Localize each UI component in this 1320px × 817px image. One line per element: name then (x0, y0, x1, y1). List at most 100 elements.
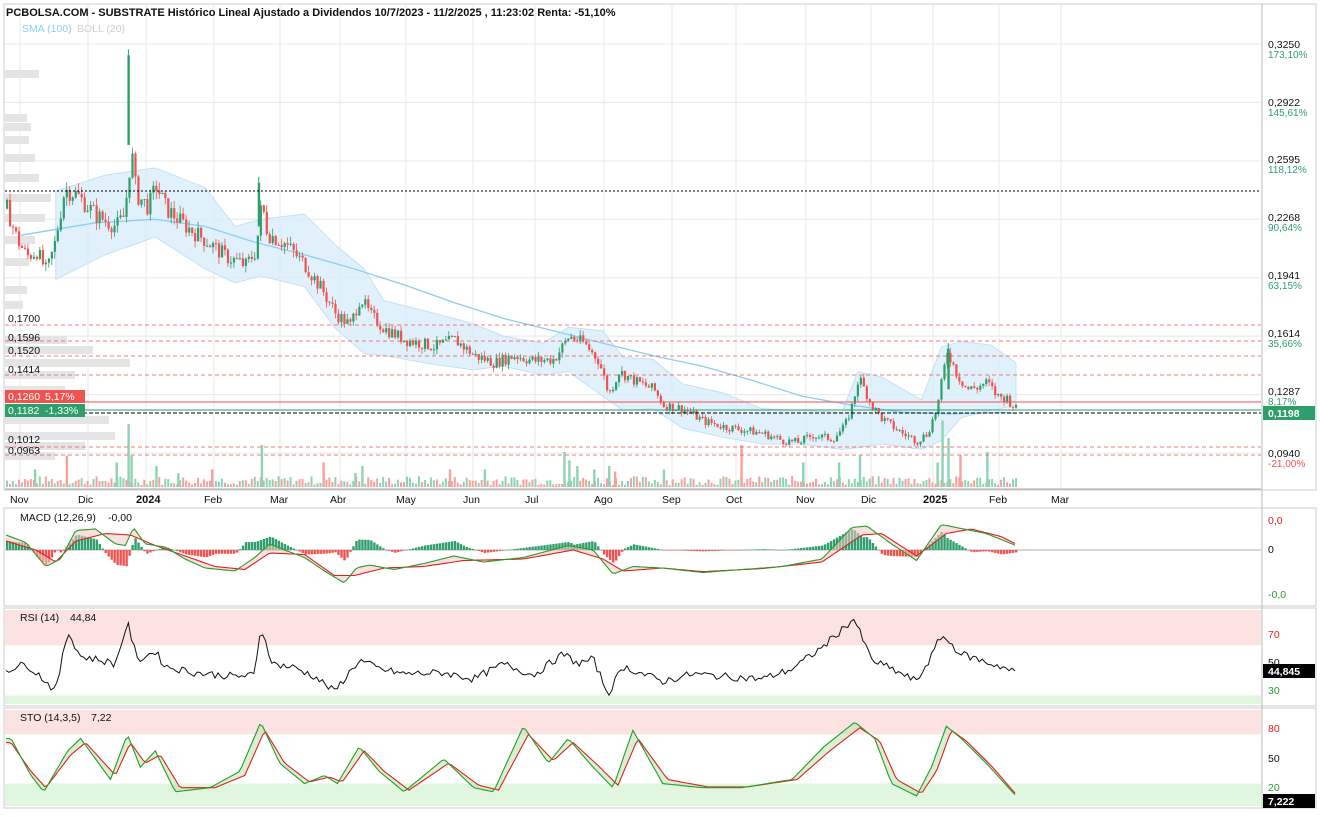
macd-histogram-bar (650, 547, 654, 550)
macd-histogram-bar (101, 548, 104, 550)
candle-body (453, 336, 456, 338)
macd-histogram-bar (244, 542, 248, 550)
macd-histogram-bar (334, 550, 337, 553)
macd-histogram-bar (740, 549, 743, 551)
candle-body (776, 436, 779, 438)
volume-bar (423, 479, 426, 487)
volume-bar (137, 482, 140, 487)
volume-bar (226, 484, 229, 487)
volume-bar (973, 480, 976, 487)
candle-body (668, 403, 671, 411)
macd-histogram-bar (501, 550, 504, 551)
candle-body (182, 213, 185, 220)
candle-body (761, 432, 764, 434)
candle-body (916, 442, 919, 445)
volume-bar (429, 477, 432, 487)
volume-bar (549, 480, 552, 487)
volume-bar (456, 482, 459, 487)
volume-bar (1015, 478, 1018, 487)
macd-histogram-bar (388, 550, 391, 551)
macd-histogram-bar (441, 542, 445, 550)
macd-histogram-bar (250, 541, 254, 550)
volume-bar (626, 481, 629, 487)
macd-histogram-bar (617, 550, 621, 557)
candle-body (376, 312, 379, 326)
candle-body (127, 55, 130, 145)
volume-bar (101, 481, 104, 487)
macd-histogram-bar (868, 539, 872, 550)
volume-bar (50, 478, 53, 487)
sto-current-label: 7,222 (1268, 796, 1294, 808)
volume-bar (414, 483, 417, 487)
volume-bar (555, 484, 558, 487)
macd-histogram-bar (131, 544, 134, 550)
candle-body (841, 424, 845, 432)
candle-body (337, 313, 340, 323)
macd-histogram-bar (641, 546, 645, 550)
candle-body (591, 349, 594, 353)
volume-bar (149, 480, 152, 487)
macd-histogram-bar (809, 547, 812, 550)
macd-histogram-bar (994, 550, 997, 553)
candle-body (23, 247, 27, 249)
sma-legend[interactable]: SMA (100) (22, 23, 72, 35)
candle-body (997, 393, 1000, 396)
macd-histogram-bar (456, 542, 460, 550)
candle-body (59, 218, 62, 231)
price-tick-pct: 173,10% (1268, 50, 1308, 61)
volume-bar (420, 481, 423, 487)
price-tick-pct: 35,66% (1268, 339, 1302, 350)
volume-bar (576, 466, 579, 487)
macd-histogram-bar (513, 549, 516, 550)
candle-body (570, 336, 573, 339)
macd-histogram-bar (417, 546, 421, 550)
candle-body (617, 374, 621, 383)
candle-body (164, 192, 167, 199)
volume-bar (80, 478, 83, 487)
candle-body (1009, 395, 1012, 407)
candle-body (307, 272, 310, 277)
volume-bar (826, 484, 829, 487)
candle-body (967, 386, 970, 390)
candle-body (391, 329, 394, 338)
chart-stage: Nov Dic 2024 Feb Mar Abr May Jun Jul Ago Sep Oct Nov… (0, 0, 1320, 812)
macd-histogram-bar (779, 549, 782, 551)
volume-bar (379, 482, 382, 487)
volume-bar (802, 462, 805, 487)
volume-bar (86, 480, 89, 487)
macd-histogram-bar (203, 550, 206, 558)
macd-histogram-bar (653, 548, 657, 550)
sto-label: STO (14,3,5) (20, 712, 81, 724)
volume-bar (11, 481, 14, 487)
rsi-overbought-zone (5, 610, 1261, 646)
volume-bar (540, 483, 543, 487)
macd-histogram-bar (128, 550, 131, 556)
macd-tick: 0 (1268, 544, 1274, 556)
macd-histogram-bar (803, 547, 806, 550)
macd-histogram-bar (874, 546, 878, 550)
volume-bar (140, 484, 143, 487)
volume-profile-bar (5, 70, 39, 78)
volume-bar (17, 479, 20, 487)
volume-bar (883, 477, 886, 487)
candle-body (492, 365, 495, 368)
candle-body (241, 258, 245, 266)
volume-bar (26, 480, 29, 487)
candle-body (286, 243, 289, 245)
volume-bar (444, 478, 447, 487)
candle-body (128, 177, 131, 198)
candle-body (519, 358, 522, 360)
macd-histogram-bar (188, 550, 191, 555)
candle-body (779, 436, 782, 440)
candle-body (791, 439, 794, 442)
macd-histogram-bar (507, 549, 510, 551)
candle-body (8, 199, 12, 227)
volume-bar (214, 480, 217, 487)
volume-bar (217, 481, 220, 487)
candle-body (107, 221, 110, 229)
candle-body (229, 262, 233, 264)
volume-bar (325, 479, 328, 487)
volume-bar (477, 482, 480, 487)
macd-histogram-bar (698, 550, 701, 552)
boll-legend[interactable]: BOLL (20) (77, 23, 125, 35)
